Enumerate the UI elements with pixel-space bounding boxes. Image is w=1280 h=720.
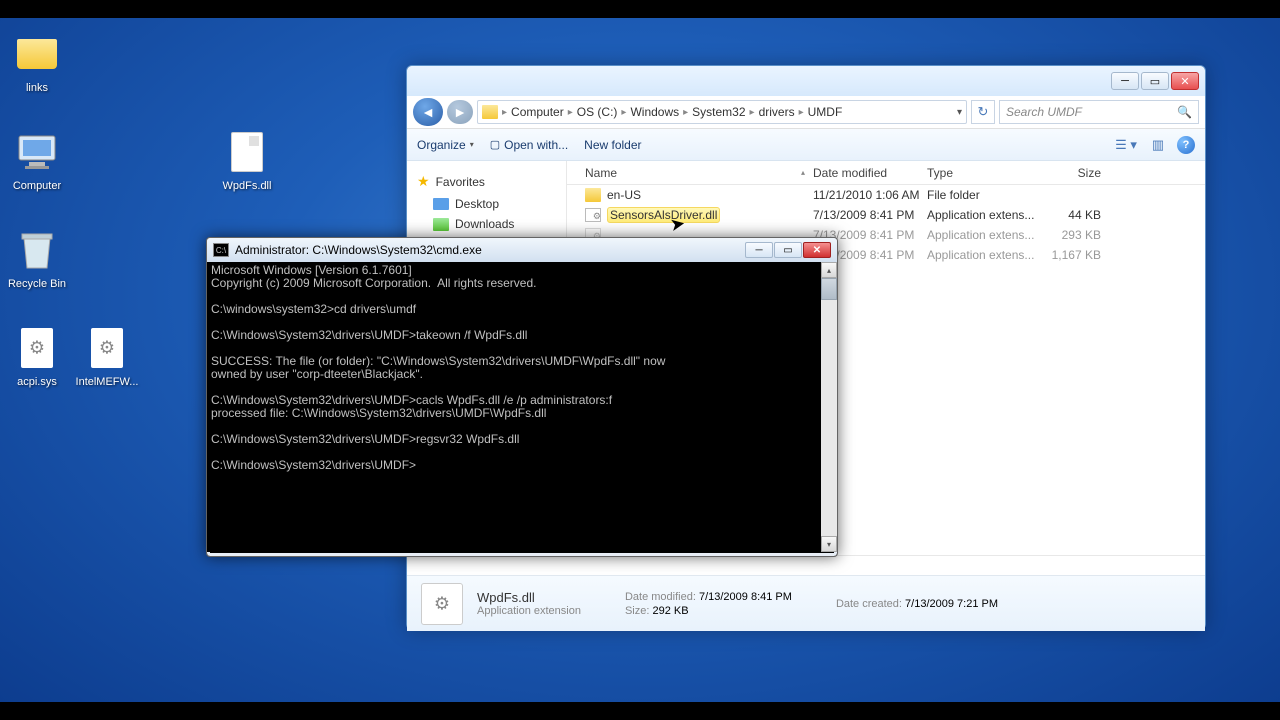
chevron-right-icon[interactable]: ▸ — [799, 107, 804, 118]
cmd-close-button[interactable]: ✕ — [803, 242, 831, 258]
preview-pane-button[interactable]: ▥ — [1145, 135, 1171, 155]
desktop-icon-computer[interactable]: Computer — [2, 128, 72, 192]
help-button[interactable]: ? — [1177, 136, 1195, 154]
refresh-button[interactable]: ↻ — [971, 100, 995, 124]
file-row[interactable]: en-US11/21/2010 1:06 AMFile folder — [567, 185, 1205, 205]
address-bar[interactable]: ▸ Computer ▸ OS (C:) ▸ Windows ▸ System3… — [477, 100, 967, 124]
column-headers: Name▴ Date modified Type Size — [567, 161, 1205, 185]
folder-icon — [17, 39, 57, 69]
view-options-button[interactable]: ☰ ▾ — [1113, 135, 1139, 155]
chevron-right-icon[interactable]: ▸ — [621, 107, 626, 118]
chevron-right-icon[interactable]: ▸ — [683, 107, 688, 118]
search-placeholder: Search UMDF — [1006, 105, 1082, 119]
scroll-thumb[interactable] — [821, 278, 837, 300]
icon-label: IntelMEFW... — [72, 376, 142, 388]
details-filename: WpdFs.dll — [477, 590, 581, 605]
breadcrumb-item[interactable]: OS (C:) — [577, 105, 618, 119]
icon-label: Recycle Bin — [2, 278, 72, 290]
breadcrumb-item[interactable]: Computer — [511, 105, 564, 119]
cmd-titlebar[interactable]: C:\ Administrator: C:\Windows\System32\c… — [207, 238, 837, 262]
icon-label: acpi.sys — [2, 376, 72, 388]
new-folder-button[interactable]: New folder — [584, 138, 641, 152]
breadcrumb-item[interactable]: System32 — [692, 105, 745, 119]
column-size[interactable]: Size — [1041, 166, 1121, 180]
file-name: SensorsAlsDriver.dll — [607, 207, 720, 223]
recycle-bin-icon — [18, 230, 56, 270]
breadcrumb-item[interactable]: drivers — [759, 105, 795, 119]
search-input[interactable]: Search UMDF 🔍 — [999, 100, 1199, 124]
close-button[interactable]: ✕ — [1171, 72, 1199, 90]
column-name[interactable]: Name▴ — [567, 166, 813, 180]
back-button[interactable]: ◄ — [413, 98, 443, 126]
favorites-header[interactable]: ★Favorites — [407, 169, 566, 194]
toolbar: Organize ▢Open with... New folder ☰ ▾ ▥ … — [407, 129, 1205, 161]
sys-file-icon — [91, 328, 123, 368]
desktop-icon-wpdfs[interactable]: WpdFs.dll — [212, 128, 282, 192]
chevron-right-icon[interactable]: ▸ — [568, 107, 573, 118]
desktop-icon — [433, 198, 449, 210]
forward-button[interactable]: ► — [447, 100, 473, 124]
desktop-icon-intel[interactable]: IntelMEFW... — [72, 324, 142, 388]
scroll-down-button[interactable]: ▾ — [821, 536, 837, 552]
cmd-scrollbar[interactable]: ▴▾ — [821, 262, 837, 552]
icon-label: WpdFs.dll — [212, 180, 282, 192]
dll-file-icon — [231, 132, 263, 172]
icon-label: Computer — [2, 180, 72, 192]
file-row[interactable]: SensorsAlsDriver.dll7/13/2009 8:41 PMApp… — [567, 205, 1205, 225]
desktop-icon-acpi[interactable]: acpi.sys — [2, 324, 72, 388]
details-filetype: Application extension — [477, 605, 581, 617]
navigation-bar: ◄ ► ▸ Computer ▸ OS (C:) ▸ Windows ▸ Sys… — [407, 96, 1205, 129]
sys-file-icon — [21, 328, 53, 368]
folder-icon — [585, 188, 601, 202]
dll-icon — [585, 208, 601, 222]
desktop-icon-links[interactable]: links — [2, 30, 72, 94]
folder-icon — [482, 105, 498, 119]
downloads-icon — [433, 218, 449, 231]
desktop-icon-recycle[interactable]: Recycle Bin — [2, 226, 72, 290]
nav-desktop[interactable]: Desktop — [407, 194, 566, 214]
breadcrumb-item[interactable]: UMDF — [808, 105, 843, 119]
star-icon: ★ — [417, 173, 430, 190]
cmd-maximize-button[interactable]: ▭ — [774, 242, 802, 258]
file-name: en-US — [607, 188, 641, 202]
cmd-window: C:\ Administrator: C:\Windows\System32\c… — [206, 237, 838, 557]
cmd-title: Administrator: C:\Windows\System32\cmd.e… — [235, 243, 482, 257]
cmd-output[interactable]: Microsoft Windows [Version 6.1.7601] Cop… — [207, 262, 837, 552]
nav-downloads[interactable]: Downloads — [407, 214, 566, 234]
maximize-button[interactable]: ▭ — [1141, 72, 1169, 90]
breadcrumb-item[interactable]: Windows — [630, 105, 679, 119]
column-date[interactable]: Date modified — [813, 166, 927, 180]
file-icon — [421, 583, 463, 625]
chevron-right-icon[interactable]: ▸ — [502, 107, 507, 118]
titlebar[interactable]: ─ ▭ ✕ — [407, 66, 1205, 96]
details-pane: WpdFs.dll Application extension Date mod… — [407, 575, 1205, 631]
sort-indicator-icon: ▴ — [801, 168, 805, 177]
chevron-right-icon[interactable]: ▸ — [750, 107, 755, 118]
dropdown-icon[interactable]: ▾ — [957, 107, 962, 118]
icon-label: links — [2, 82, 72, 94]
organize-button[interactable]: Organize — [417, 138, 474, 152]
open-with-button[interactable]: ▢Open with... — [490, 138, 568, 152]
minimize-button[interactable]: ─ — [1111, 72, 1139, 90]
search-icon[interactable]: 🔍 — [1177, 105, 1192, 119]
computer-icon — [15, 134, 59, 170]
cmd-minimize-button[interactable]: ─ — [745, 242, 773, 258]
cmd-icon: C:\ — [213, 243, 229, 257]
scroll-up-button[interactable]: ▴ — [821, 262, 837, 278]
column-type[interactable]: Type — [927, 166, 1041, 180]
